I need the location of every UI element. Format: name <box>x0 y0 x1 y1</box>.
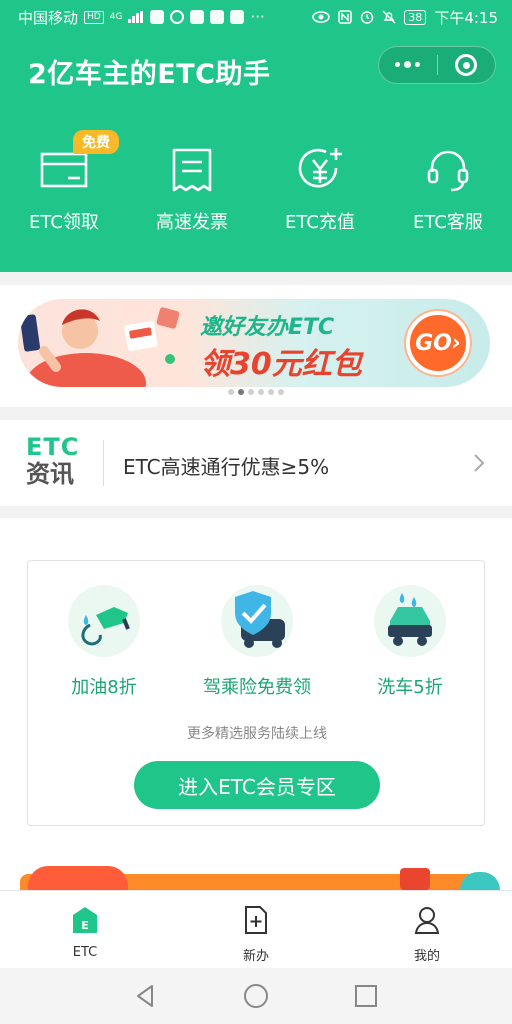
quick-actions: ETC领取 高速发票 ETC充值 ETC客服 <box>0 142 512 242</box>
new-apply-icon <box>245 906 267 934</box>
service-label: 洗车5折 <box>377 677 443 698</box>
recents-icon[interactable] <box>352 982 380 1010</box>
banner-section: 邀好友办ETC 领30元红包 GO› <box>0 285 512 407</box>
tab-etc[interactable]: E ETC <box>0 905 170 960</box>
quick-action-label: ETC领取 <box>29 212 99 233</box>
banner-headline: 邀好友办ETC <box>200 315 335 340</box>
banner-pager <box>0 389 512 395</box>
more-services-note: 更多精选服务陆续上线 <box>187 726 327 742</box>
home-icon[interactable] <box>242 982 270 1010</box>
back-icon[interactable] <box>132 982 160 1010</box>
pager-dot <box>258 389 264 395</box>
quick-action-label: 高速发票 <box>156 212 228 233</box>
more-dots-icon <box>395 61 421 68</box>
news-notification-icon <box>190 10 205 24</box>
miniprogram-capsule <box>378 46 496 84</box>
quick-action-label: ETC客服 <box>413 212 483 233</box>
news-headline: ETC高速通行优惠≥5% <box>123 455 330 479</box>
tab-label: 我的 <box>413 949 440 964</box>
status-bar: 中国移动 HD 4G ··· 38 下午4:15 <box>0 0 512 34</box>
invoice-icon <box>172 148 212 192</box>
target-icon <box>455 54 478 76</box>
mute-icon <box>382 10 396 24</box>
tab-new-apply[interactable]: 新办 <box>171 905 341 964</box>
hd-indicator: HD <box>84 10 104 24</box>
service-label: 驾乘险免费领 <box>203 677 311 698</box>
recharge-icon <box>298 148 342 188</box>
nfc-icon <box>338 10 353 24</box>
etc-news-logo: ETC 资讯 <box>26 434 88 488</box>
person-illustration-icon <box>19 307 180 387</box>
service-label: 加油8折 <box>71 677 137 698</box>
banner-offer: 领30元红包 <box>200 347 362 382</box>
signal-icon <box>128 11 144 23</box>
news-logo-bottom: 资讯 <box>26 460 74 488</box>
service-insurance[interactable]: 驾乘险免费领 <box>181 585 333 699</box>
free-badge: 免费 <box>73 130 119 154</box>
quick-action-invoice[interactable]: 高速发票 <box>128 142 256 234</box>
svg-text:E: E <box>81 919 89 932</box>
pager-dot <box>228 389 234 395</box>
pager-dot <box>238 389 244 395</box>
service-car-wash[interactable]: 洗车5折 <box>334 585 486 699</box>
app-notification-icon <box>170 10 185 24</box>
etc-home-icon: E <box>73 907 97 933</box>
clock: 下午4:15 <box>434 8 498 27</box>
eye-icon <box>312 11 331 23</box>
close-miniprogram-button[interactable] <box>437 46 495 84</box>
system-nav-bar <box>0 968 512 1024</box>
member-card: 加油8折 驾乘险免费领 洗车5折 更多精选服务陆续上线 进入ETC会员专区 <box>27 560 485 826</box>
member-section: 加油8折 驾乘险免费领 洗车5折 更多精选服务陆续上线 进入ETC会员专区 <box>0 518 512 890</box>
pager-dot <box>248 389 254 395</box>
page-title: 2亿车主的ETC助手 <box>28 59 271 90</box>
promo-strip-peek[interactable] <box>0 864 512 890</box>
video-notification-icon <box>230 10 245 24</box>
insurance-shield-icon <box>235 591 285 648</box>
quick-action-etc-apply[interactable]: ETC领取 <box>0 142 128 234</box>
headset-icon <box>427 150 469 192</box>
fuel-nozzle-icon <box>81 607 130 646</box>
enter-member-zone-button[interactable]: 进入ETC会员专区 <box>134 761 380 809</box>
app-header: 2亿车主的ETC助手 ETC领取 高速发票 ETC充值 ETC客服 免费 <box>0 34 512 272</box>
carrier-name: 中国移动 <box>18 8 79 27</box>
battery-level: 38 <box>404 9 427 25</box>
map-notification-icon <box>150 10 165 24</box>
service-fuel[interactable]: 加油8折 <box>28 585 180 699</box>
banner-go-button[interactable]: GO› <box>406 311 470 375</box>
quick-action-recharge[interactable]: ETC充值 <box>256 142 384 234</box>
network-type: 4G <box>109 12 123 22</box>
bottom-tab-bar: E ETC 新办 我的 <box>0 890 512 968</box>
news-row[interactable]: ETC 资讯 ETC高速通行优惠≥5% <box>0 420 512 506</box>
shop-notification-icon <box>210 10 225 24</box>
promo-banner[interactable]: 邀好友办ETC 领30元红包 GO› <box>18 299 490 387</box>
pager-dot <box>268 389 274 395</box>
more-notifications-icon: ··· <box>250 8 265 26</box>
more-menu-button[interactable] <box>379 46 437 84</box>
news-divider <box>103 440 104 486</box>
pager-dot <box>278 389 284 395</box>
tab-profile[interactable]: 我的 <box>342 905 512 964</box>
tab-label: ETC <box>72 945 98 960</box>
quick-action-label: ETC充值 <box>285 212 355 233</box>
news-logo-top: ETC <box>26 433 80 461</box>
alarm-icon <box>361 11 374 24</box>
car-wash-icon <box>388 593 432 646</box>
tab-label: 新办 <box>242 949 269 964</box>
profile-icon <box>414 907 440 934</box>
quick-action-customer-service[interactable]: ETC客服 <box>384 142 512 234</box>
chevron-right-icon <box>474 454 485 472</box>
